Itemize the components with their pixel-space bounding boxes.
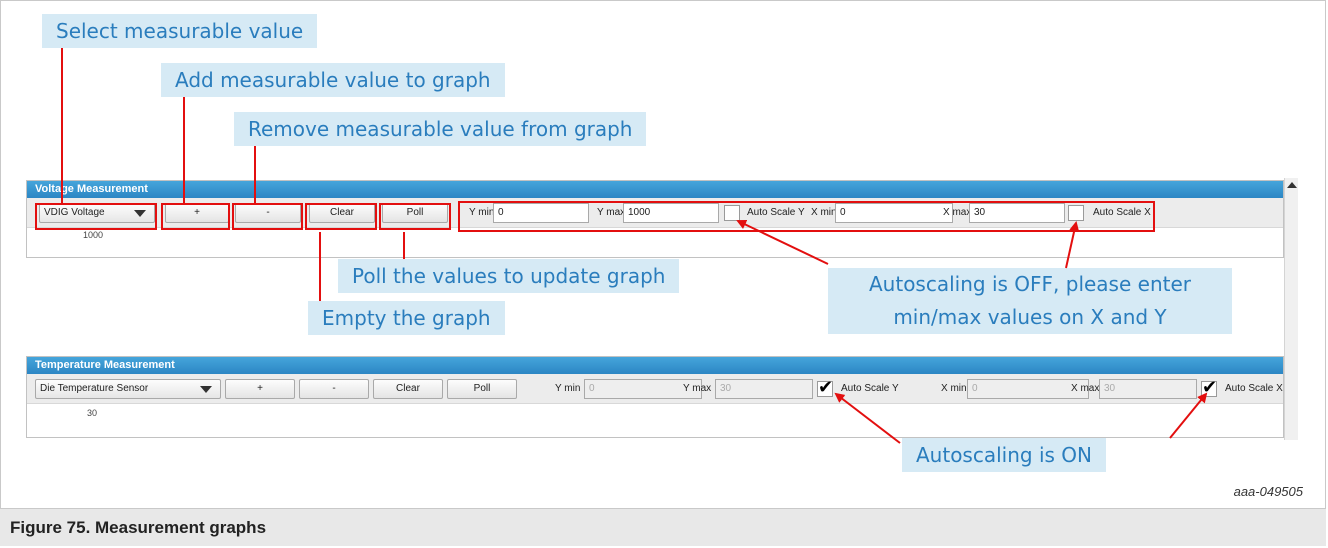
- connector-autoscale-x-on: [1169, 392, 1208, 439]
- connector-autoscale-x-off: [1065, 221, 1080, 269]
- figure-caption: Figure 75. Measurement graphs: [10, 518, 267, 537]
- annotation-lines: [61, 48, 1208, 444]
- connector-autoscale-y-on: [834, 392, 901, 444]
- connector-autoscale-y-off: [736, 219, 829, 265]
- figure-id: aaa-049505: [1233, 484, 1303, 499]
